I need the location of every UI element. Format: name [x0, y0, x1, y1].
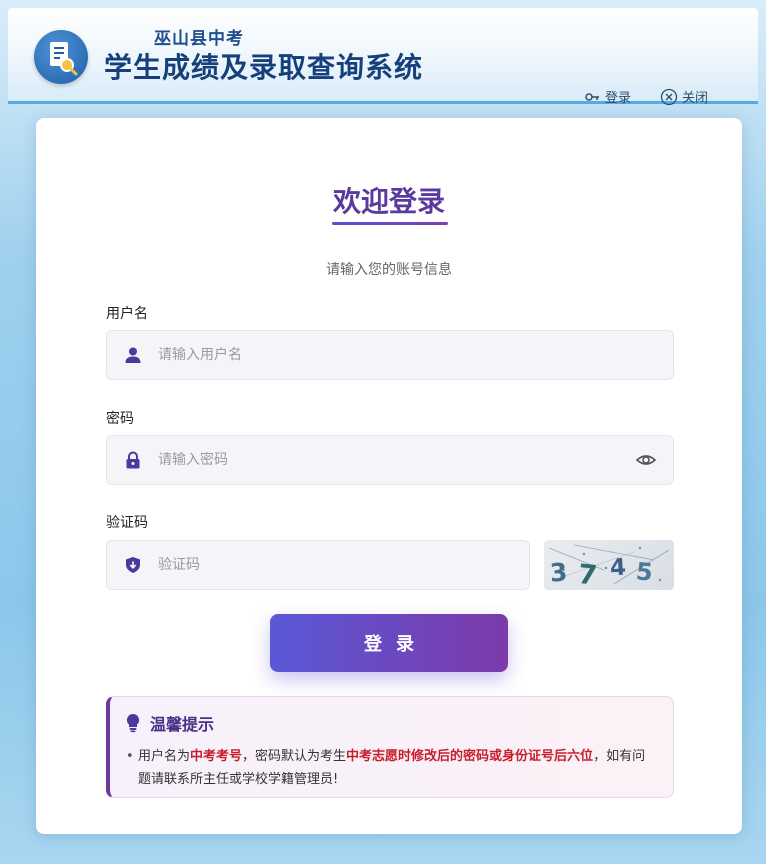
lightbulb-icon: [126, 713, 140, 733]
header-title: 学生成绩及录取查询系统: [104, 51, 424, 84]
tips-title-text: 温馨提示: [150, 715, 215, 734]
password-label: 密码: [106, 411, 134, 427]
shield-icon: [126, 557, 140, 573]
tips-highlight-exam-number: 中考考号: [190, 749, 243, 764]
tips-text-2: ，密码默认为考生: [242, 749, 347, 764]
user-icon: [125, 347, 141, 363]
username-input[interactable]: [158, 347, 673, 363]
tips-title: 温馨提示: [126, 711, 214, 735]
tips-text-1: 用户名为: [138, 749, 191, 764]
captcha-image[interactable]: 3 7 4 5: [544, 540, 674, 590]
tips-bullet: •: [126, 749, 134, 764]
header-close-label: 关闭: [682, 91, 709, 106]
eye-icon[interactable]: [635, 449, 657, 471]
welcome-heading: 欢迎登录: [332, 185, 445, 218]
close-circle-icon: [660, 88, 678, 105]
tips-body: • 用户名为中考考号，密码默认为考生中考志愿时修改后的密码或身份证号后六位，如有…: [126, 745, 658, 791]
login-submit-button[interactable]: 登录: [270, 614, 508, 672]
tips-highlight-password-rule: 中考志愿时修改后的密码或身份证号后六位: [346, 749, 594, 764]
login-hint: 请输入您的账号信息: [326, 262, 452, 278]
app-header: 巫山县中考 学生成绩及录取查询系统 登录 关闭: [8, 8, 758, 106]
svg-text:5: 5: [635, 557, 654, 586]
username-field-box: [106, 330, 674, 380]
svg-text:4: 4: [609, 555, 626, 582]
document-search-icon: [34, 30, 88, 84]
svg-text:7: 7: [576, 559, 598, 590]
password-field-box: [106, 435, 674, 485]
header-login-link[interactable]: 登录: [585, 87, 631, 106]
password-input[interactable]: [158, 452, 635, 468]
svg-text:3: 3: [549, 558, 568, 588]
header-close-link[interactable]: 关闭: [660, 87, 708, 106]
login-card: 欢迎登录 请输入您的账号信息 用户名 密码 验证码: [36, 118, 742, 834]
welcome-underline: [332, 222, 448, 225]
tips-box: 温馨提示 • 用户名为中考考号，密码默认为考生中考志愿时修改后的密码或身份证号后…: [106, 696, 674, 798]
username-label: 用户名: [106, 306, 148, 322]
captcha-field-box: [106, 540, 530, 590]
captcha-label: 验证码: [106, 515, 148, 531]
key-icon: [585, 92, 599, 101]
captcha-input[interactable]: [158, 557, 529, 573]
header-login-label: 登录: [605, 91, 632, 106]
lock-icon: [126, 451, 140, 469]
